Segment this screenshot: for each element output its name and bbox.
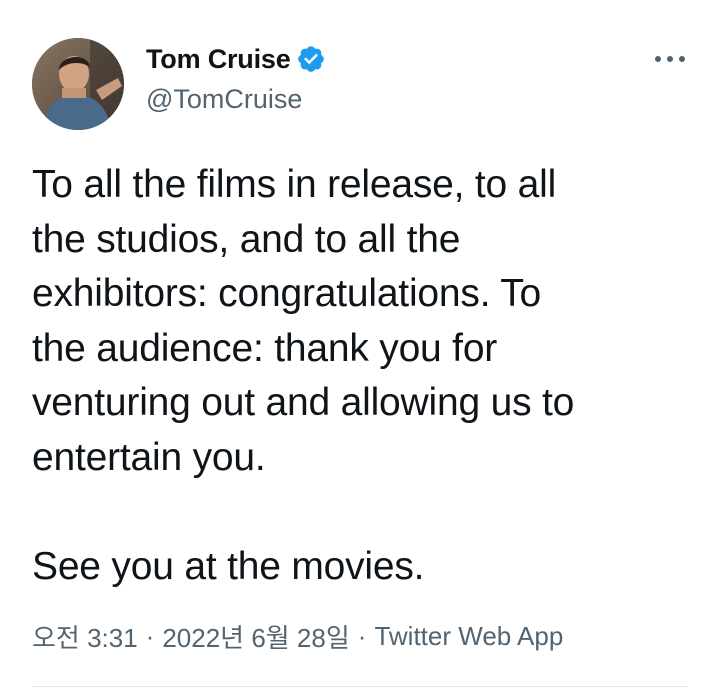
separator-dot: · xyxy=(145,621,155,651)
tweet-card: Tom Cruise @TomCruise To all the films i… xyxy=(0,0,720,694)
tweet-metadata: 오전 3:31 · 2022년 6월 28일 · Twitter Web App xyxy=(32,618,563,655)
tweet-date[interactable]: 2022년 6월 28일 xyxy=(162,618,349,655)
divider xyxy=(32,686,688,687)
tweet-time[interactable]: 오전 3:31 xyxy=(32,618,138,655)
name-row: Tom Cruise xyxy=(146,40,326,78)
tweet-text: To all the films in release, to all the … xyxy=(32,163,575,588)
tweet-source[interactable]: Twitter Web App xyxy=(374,621,563,652)
more-horizontal-icon xyxy=(655,56,685,62)
avatar[interactable] xyxy=(32,38,124,130)
more-options-button[interactable] xyxy=(650,44,690,74)
avatar-photo xyxy=(32,38,124,130)
author-handle[interactable]: @TomCruise xyxy=(146,84,326,115)
separator-dot: · xyxy=(357,621,367,651)
verified-badge-icon xyxy=(296,44,326,74)
author-block: Tom Cruise @TomCruise xyxy=(146,40,326,115)
author-display-name[interactable]: Tom Cruise xyxy=(146,44,291,75)
